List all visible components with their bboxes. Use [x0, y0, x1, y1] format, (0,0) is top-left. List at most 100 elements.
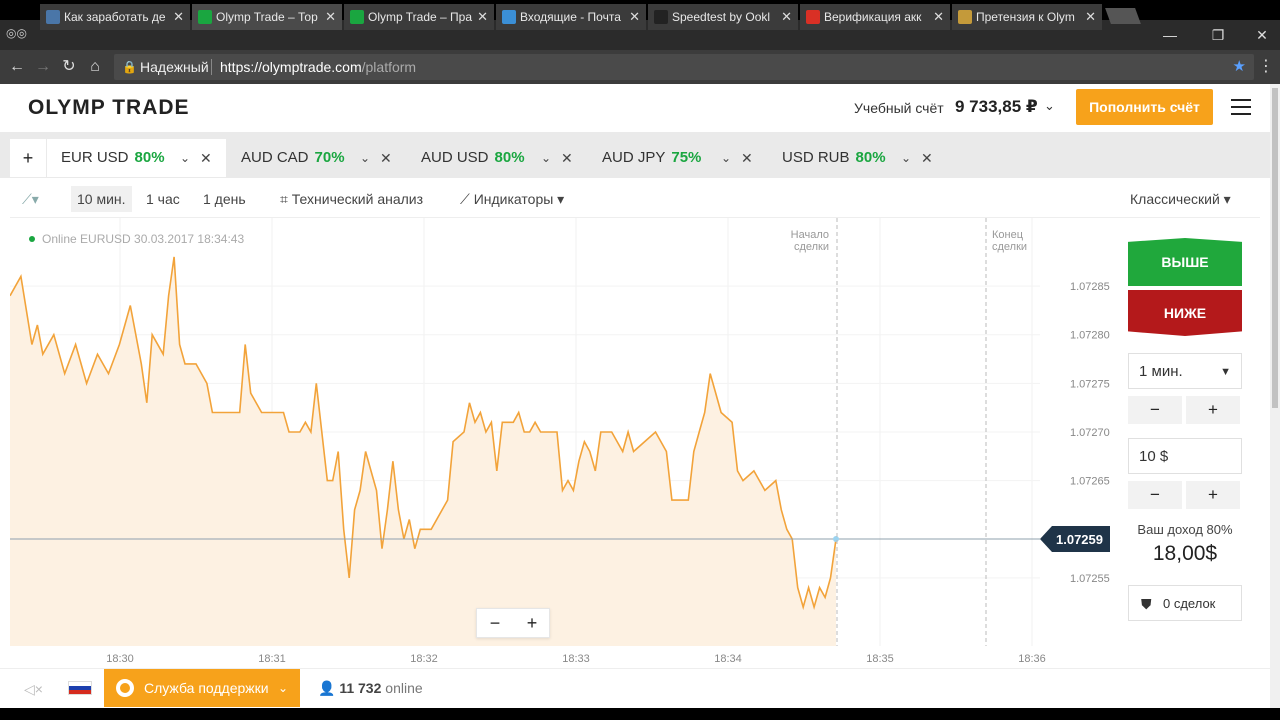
- close-icon[interactable]: ✕: [921, 139, 933, 177]
- asset-tab[interactable]: USD RUB 80% ⌄ ✕: [768, 139, 947, 177]
- olymp-trade-logo[interactable]: OLYMP TRADE: [28, 96, 190, 120]
- chevron-down-icon[interactable]: ⌄: [1044, 98, 1055, 114]
- asset-payout: 70%: [314, 149, 345, 166]
- tab-favicon-icon: [654, 10, 668, 24]
- price-chart[interactable]: Начало сделки Конец сделки 1.07285 1.07280 1…: [10, 218, 1120, 668]
- forward-arrow-icon[interactable]: →: [32, 56, 54, 78]
- back-arrow-icon[interactable]: ←: [6, 56, 28, 78]
- zoom-in-button[interactable]: +: [514, 609, 550, 637]
- income-value: 18,00$: [1152, 542, 1218, 565]
- amount-minus-button[interactable]: −: [1128, 481, 1182, 509]
- add-asset-button[interactable]: +: [10, 139, 46, 177]
- tab-close-icon[interactable]: ✕: [173, 4, 184, 30]
- chevron-down-icon: ⌄: [277, 681, 288, 695]
- window-minimize-button[interactable]: —: [1148, 20, 1192, 50]
- russia-flag-icon[interactable]: [68, 681, 92, 695]
- address-bar[interactable]: 🔒 Надежный https://olymptrade.com/platfo…: [114, 54, 1254, 80]
- deposit-button[interactable]: Пополнить счёт: [1076, 89, 1213, 125]
- timeframe-1d[interactable]: 1 день: [203, 186, 246, 212]
- tab-favicon-icon: [198, 10, 212, 24]
- chevron-down-icon[interactable]: ⌄: [541, 139, 551, 177]
- deals-button[interactable]: ⛊ 0 сделок: [1128, 585, 1242, 621]
- technical-analysis-button[interactable]: ⌗ Технический анализ: [280, 186, 423, 212]
- account-type-label[interactable]: Учебный счёт: [854, 100, 944, 116]
- asset-tab[interactable]: AUD USD 80% ⌄ ✕: [407, 139, 587, 177]
- tab-close-icon[interactable]: ✕: [781, 4, 792, 30]
- chevron-down-icon[interactable]: ⌄: [901, 139, 911, 177]
- indicators-button[interactable]: ⟋ Индикаторы ▾: [460, 186, 564, 212]
- secure-label: Надежный: [140, 59, 209, 75]
- asset-tab[interactable]: AUD JPY 75% ⌄ ✕: [588, 139, 767, 177]
- tab-close-icon[interactable]: ✕: [629, 4, 640, 30]
- online-label: online: [385, 680, 423, 696]
- support-button[interactable]: Служба поддержки ⌄: [104, 669, 300, 707]
- asset-name: EUR USD: [61, 149, 129, 166]
- close-icon[interactable]: ✕: [741, 139, 753, 177]
- x-tick-label: 18:33: [562, 653, 590, 665]
- home-icon[interactable]: ⌂: [84, 56, 106, 78]
- browser-tab[interactable]: Входящие - Почта ✕: [496, 4, 646, 30]
- site-header: OLYMP TRADE Учебный счёт 9 733,85 ₽ ⌄ По…: [0, 84, 1270, 132]
- scrollbar-thumb[interactable]: [1272, 88, 1278, 408]
- chevron-down-icon[interactable]: ⌄: [180, 139, 190, 177]
- duration-plus-button[interactable]: +: [1186, 396, 1240, 424]
- timeframe-10min[interactable]: 10 мин.: [71, 186, 132, 212]
- price-area-fill: [10, 256, 836, 646]
- incognito-profile-icon[interactable]: ◎◎: [6, 26, 27, 40]
- lock-icon: 🔒: [122, 60, 137, 74]
- lower-button[interactable]: НИЖЕ: [1128, 290, 1242, 336]
- close-icon[interactable]: ✕: [200, 139, 212, 177]
- close-icon[interactable]: ✕: [380, 139, 392, 177]
- tab-favicon-icon: [350, 10, 364, 24]
- tab-close-icon[interactable]: ✕: [477, 4, 488, 30]
- browser-tab[interactable]: Претензия к Olym ✕: [952, 4, 1102, 30]
- tab-close-icon[interactable]: ✕: [325, 4, 336, 30]
- amount-stepper: − +: [1128, 481, 1242, 509]
- window-restore-button[interactable]: ❐: [1196, 20, 1240, 50]
- browser-menu-icon[interactable]: ⋮: [1258, 56, 1274, 76]
- duration-select[interactable]: 1 мин. ▼: [1128, 353, 1242, 389]
- indicator-icon: ⟋: [460, 191, 474, 207]
- new-tab-button[interactable]: [1105, 8, 1141, 24]
- browser-tab-label: Speedtest by Ookl: [672, 10, 771, 24]
- duration-stepper: − +: [1128, 396, 1242, 424]
- browser-tab[interactable]: Olymp Trade – Пра ✕: [344, 4, 494, 30]
- page-scrollbar[interactable]: [1270, 84, 1280, 708]
- browser-tab[interactable]: Olymp Trade – Тор ✕: [192, 4, 342, 30]
- indicators-label: Индикаторы: [473, 191, 554, 207]
- chevron-down-icon[interactable]: ⌄: [360, 139, 370, 177]
- browser-tab[interactable]: Как заработать де ✕: [40, 4, 190, 30]
- zoom-out-button[interactable]: −: [477, 609, 513, 637]
- asset-tab[interactable]: AUD CAD 70% ⌄ ✕: [227, 139, 406, 177]
- close-icon[interactable]: ✕: [561, 139, 573, 177]
- online-counter: 👤 11 732 online: [318, 669, 423, 707]
- duration-minus-button[interactable]: −: [1128, 396, 1182, 424]
- hamburger-menu-icon[interactable]: [1231, 99, 1251, 115]
- browser-tab[interactable]: Speedtest by Ookl ✕: [648, 4, 798, 30]
- tab-close-icon[interactable]: ✕: [933, 4, 944, 30]
- timeframe-1h[interactable]: 1 час: [146, 186, 180, 212]
- browser-tab-label: Верификация акк: [824, 10, 922, 24]
- window-close-button[interactable]: ✕: [1240, 20, 1280, 50]
- chart-type-icon[interactable]: ⟋▾: [22, 186, 39, 212]
- trade-end-label: Конец сделки: [992, 229, 1027, 253]
- asset-name: USD RUB: [782, 149, 850, 166]
- online-status-dot: [29, 236, 35, 242]
- chevron-down-icon[interactable]: ⌄: [721, 139, 731, 177]
- reload-icon[interactable]: ↻: [58, 56, 80, 78]
- amount-plus-button[interactable]: +: [1186, 481, 1240, 509]
- trade-start-label: Начало сделки: [791, 229, 829, 253]
- asset-tab[interactable]: EUR USD 80% ⌄ ✕: [47, 139, 226, 177]
- deals-label: 0 сделок: [1163, 596, 1216, 611]
- bookmark-star-icon[interactable]: ★: [1233, 54, 1246, 80]
- view-mode-select[interactable]: Классический ▾: [1130, 186, 1231, 212]
- sound-mute-icon[interactable]: ◁×: [24, 681, 43, 698]
- higher-button[interactable]: ВЫШЕ: [1128, 238, 1242, 286]
- browser-tab[interactable]: Верификация акк ✕: [800, 4, 950, 30]
- asset-name: AUD USD: [421, 149, 489, 166]
- tab-favicon-icon: [502, 10, 516, 24]
- account-balance[interactable]: 9 733,85 ₽: [955, 97, 1038, 117]
- amount-input[interactable]: 10 $: [1128, 438, 1242, 474]
- tab-close-icon[interactable]: ✕: [1085, 4, 1096, 30]
- x-axis-ticks: 18:30 18:31 18:32 18:33 18:34 18:35 18:36: [106, 653, 1046, 665]
